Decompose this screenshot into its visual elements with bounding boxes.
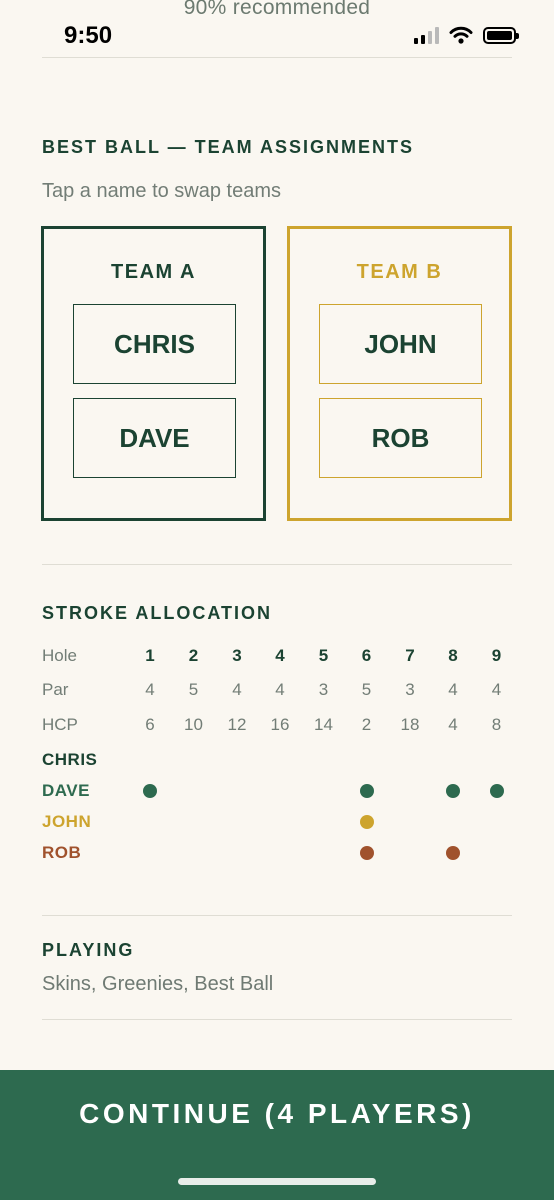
playing-games: Skins, Greenies, Best Ball: [42, 973, 274, 995]
par-value: 4: [448, 680, 458, 699]
player-chip-rob[interactable]: ROB: [319, 398, 482, 478]
stroke-row-chris: CHRIS: [0, 748, 554, 772]
stroke-dot: [359, 784, 374, 798]
par-row: Par 4 5 4 4 3 5 3 4 4: [0, 678, 554, 702]
par-value: 3: [405, 680, 415, 699]
hole-number: 5: [318, 646, 329, 665]
playing-heading: PLAYING: [42, 940, 135, 960]
hole-number: 7: [405, 646, 415, 665]
par-value: 5: [361, 680, 372, 699]
hcp-value: 2: [361, 715, 372, 734]
team-a-title: TEAM A: [111, 261, 196, 283]
hole-number: 8: [448, 646, 458, 665]
hcp-value: 8: [491, 715, 502, 734]
stroke-dot: [359, 846, 374, 860]
status-bar: 90% recommended 9:50: [0, 0, 554, 58]
hole-number: 6: [361, 646, 372, 665]
clock: 9:50: [64, 22, 113, 49]
player-name-label: CHRIS: [42, 750, 98, 769]
hcp-value: 18: [400, 715, 420, 734]
hcp-value: 6: [145, 715, 155, 734]
hole-number-row-label: Hole: [42, 646, 77, 665]
stroke-dot: [143, 784, 157, 798]
continue-label: CONTINUE (4 PLAYERS): [79, 1098, 475, 1129]
hcp-value: 12: [227, 715, 247, 734]
section-divider: [42, 1019, 512, 1020]
par-value: 4: [275, 680, 285, 699]
swap-hint: Tap a name to swap teams: [42, 180, 282, 202]
cellular-signal-icon: [414, 26, 439, 44]
par-value: 4: [145, 680, 155, 699]
par-row-label: Par: [42, 680, 69, 699]
status-icons: [414, 26, 519, 44]
hole-number-row: Hole 1 2 3 4 5 6 7 8 9: [0, 644, 554, 668]
hcp-value: 4: [448, 715, 458, 734]
hcp-value: 10: [184, 715, 203, 734]
stroke-dot: [446, 784, 460, 798]
hole-number: 3: [232, 646, 242, 665]
hcp-value: 16: [270, 715, 290, 734]
zoom-notice: 90% recommended: [183, 0, 371, 19]
stroke-row-john: JOHN: [0, 810, 554, 834]
par-value: 4: [491, 680, 502, 699]
player-chip-chris[interactable]: CHRIS: [73, 304, 236, 384]
par-value: 3: [318, 680, 329, 699]
continue-button[interactable]: CONTINUE (4 PLAYERS): [0, 1070, 554, 1200]
stroke-row-rob: ROB: [0, 841, 554, 865]
hcp-value: 14: [314, 715, 333, 734]
hole-number: 2: [188, 646, 199, 665]
top-divider: [42, 57, 512, 58]
stroke-allocation-heading: STROKE ALLOCATION: [42, 603, 272, 623]
player-name-label: ROB: [42, 843, 82, 862]
wifi-icon: [449, 26, 473, 44]
hole-number: 4: [275, 646, 285, 665]
team-b-title: TEAM B: [356, 261, 443, 283]
hcp-row: HCP 6 10 12 16 14 2 18 4 8: [0, 713, 554, 737]
section-divider: [42, 564, 512, 565]
par-value: 4: [232, 680, 242, 699]
stroke-row-dave: DAVE: [0, 779, 554, 803]
hcp-row-label: HCP: [42, 715, 78, 734]
player-chip-john[interactable]: JOHN: [319, 304, 482, 384]
hole-number: 1: [145, 646, 155, 665]
battery-icon: [483, 26, 519, 44]
team-a-card: TEAM A CHRIS DAVE: [41, 226, 266, 521]
section-divider: [42, 915, 512, 916]
player-name-label: DAVE: [42, 781, 90, 800]
home-indicator: [178, 1178, 376, 1185]
hole-number: 9: [491, 646, 502, 665]
stroke-dot: [489, 784, 504, 798]
stroke-dot: [446, 846, 460, 860]
stroke-dot: [359, 815, 374, 829]
player-name-label: JOHN: [42, 812, 92, 831]
player-chip-dave[interactable]: DAVE: [73, 398, 236, 478]
team-b-card: TEAM B JOHN ROB: [287, 226, 512, 521]
par-value: 5: [188, 680, 199, 699]
team-assignments-heading: BEST BALL — TEAM ASSIGNMENTS: [42, 137, 415, 157]
